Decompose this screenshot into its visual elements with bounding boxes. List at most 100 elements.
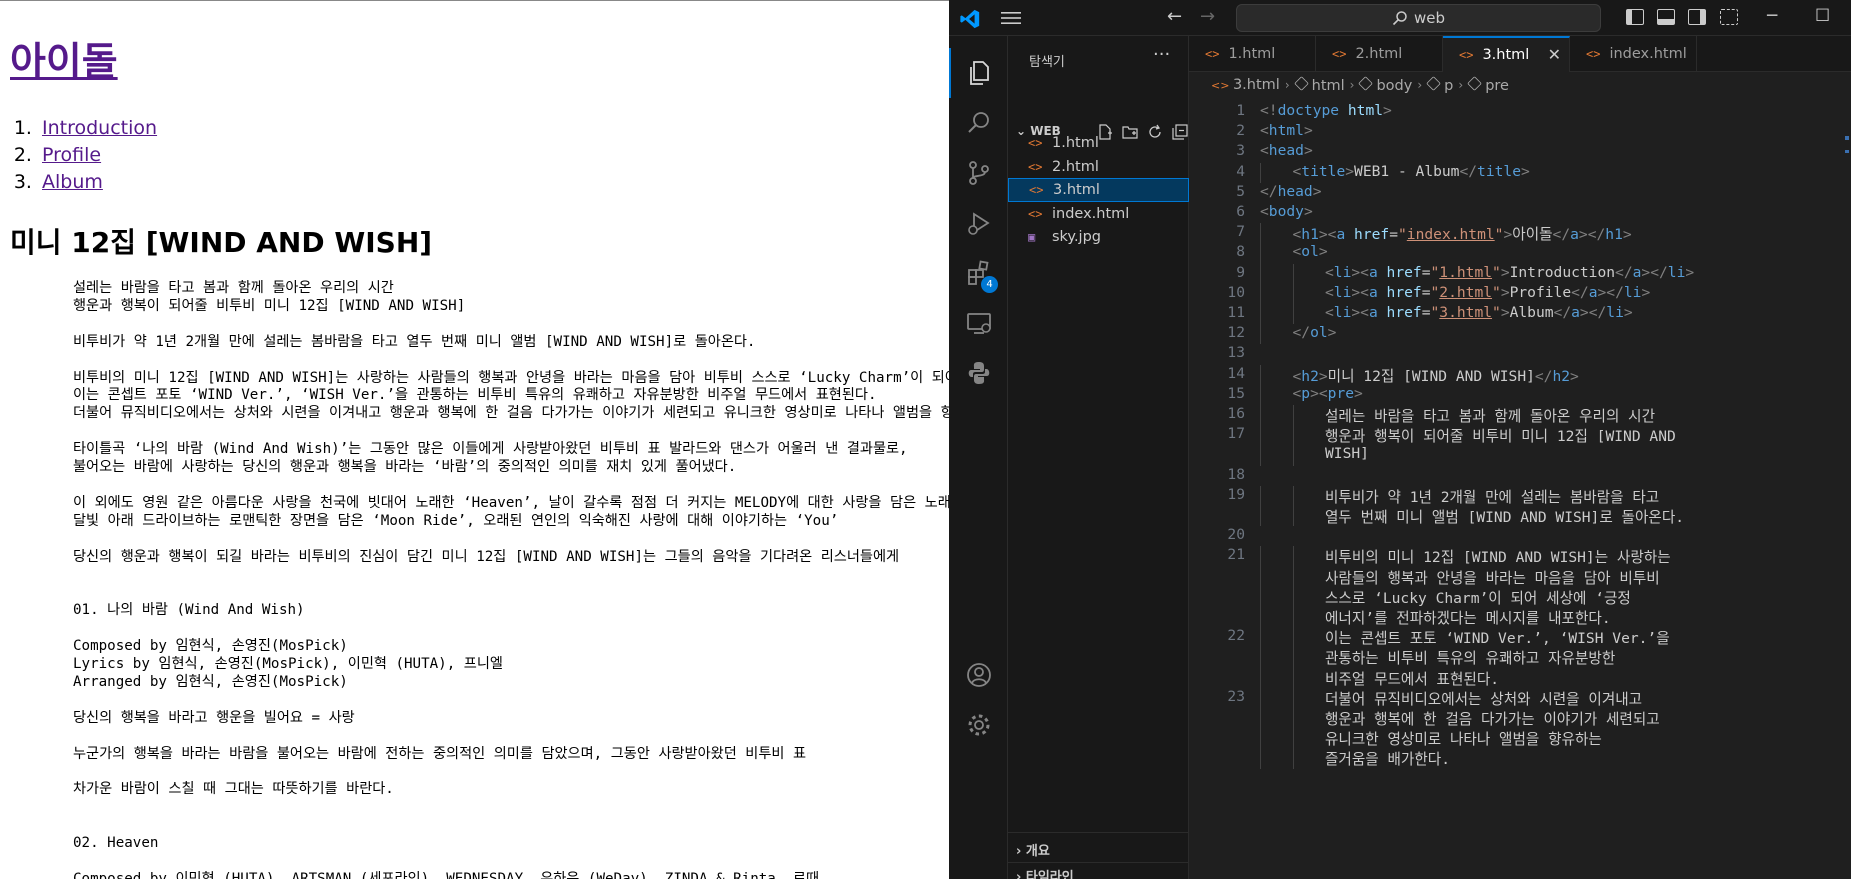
html-file-icon: <> (1211, 79, 1233, 92)
indent-guide (1260, 223, 1261, 244)
pre-line: 비투비가 약 1년 2개월 만에 설레는 봄바람을 타고 열두 번째 미니 앨범… (73, 333, 756, 350)
nav-link-introduction[interactable]: Introduction (42, 117, 157, 139)
indent-guide (1260, 243, 1261, 264)
line-number: 19 (1227, 485, 1245, 503)
outline-section[interactable]: › 개요 (1016, 840, 1050, 859)
explorer-icon[interactable] (949, 48, 1008, 98)
file-item[interactable]: ▣ sky.jpg (1008, 225, 1189, 249)
code-token: </ (1292, 324, 1311, 342)
code-line: </head> (1260, 183, 1322, 200)
menu-icon[interactable] (1001, 9, 1021, 27)
breadcrumb-item[interactable]: p (1426, 75, 1454, 94)
run-debug-icon[interactable] (949, 198, 1008, 248)
file-name: sky.jpg (1052, 229, 1101, 245)
breadcrumb-label: p (1444, 77, 1454, 94)
chevron-right-icon: › (1016, 844, 1026, 859)
code-token: = (1421, 283, 1431, 301)
nav-link-profile[interactable]: Profile (42, 144, 101, 166)
code-token: 관통하는 비투비 특유의 유쾌하고 자유분방한 (1325, 650, 1616, 668)
nav-item: Introduction (38, 115, 157, 142)
code-token: > (1570, 367, 1579, 385)
remote-explorer-icon[interactable] (949, 298, 1008, 348)
code-token: href (1386, 263, 1422, 281)
breadcrumb-label: body (1376, 77, 1413, 94)
toggle-panel-icon[interactable] (1657, 9, 1675, 25)
element-icon (1293, 75, 1309, 91)
home-link[interactable]: 아이돌 (10, 40, 118, 85)
minimap[interactable] (1843, 98, 1851, 878)
tab-label: index.html (1609, 46, 1687, 62)
file-item[interactable]: <> 3.html (1008, 178, 1189, 202)
minimize-icon[interactable]: ─ (1767, 6, 1777, 26)
pre-line: 이는 콘셉트 포토 ‘WIND Ver.’, ‘WISH Ver.’을 관통하는… (73, 387, 877, 404)
breadcrumb-item[interactable]: html (1293, 75, 1345, 94)
code-token: Profile (1509, 283, 1572, 301)
code-line: <html> (1260, 122, 1313, 139)
python-icon[interactable] (949, 348, 1008, 398)
timeline-section[interactable]: › 타임라인 (1016, 866, 1074, 879)
command-center-search[interactable]: web (1236, 4, 1601, 32)
line-number: 23 (1227, 687, 1245, 705)
code-token: > (1500, 263, 1510, 281)
code-token: a (1368, 283, 1378, 301)
maximize-icon[interactable]: ☐ (1815, 6, 1830, 26)
html-file-icon: <> (1028, 136, 1043, 150)
editor-tab[interactable]: <> 3.html ✕ (1443, 36, 1570, 72)
code-line: 사람들의 행복과 안녕을 바라는 마음을 담아 비투비 (1325, 567, 1660, 588)
activity-bar: 4 (949, 36, 1008, 879)
customize-layout-icon[interactable] (1720, 9, 1738, 25)
code-line: <h2>미니 12집 [WIND AND WISH]</h2> (1293, 365, 1579, 386)
file-item[interactable]: <> index.html (1008, 202, 1189, 226)
html-file-icon: <> (1205, 47, 1220, 61)
code-token: > (1520, 162, 1530, 180)
code-line: <body> (1260, 203, 1313, 220)
search-view-icon[interactable] (949, 98, 1008, 148)
toggle-secondary-sidebar-icon[interactable] (1688, 9, 1706, 25)
vscode-window: ← → web ─ ☐ 4 탐색기 ··· ⌄ WEB <> 1.html <>… (949, 0, 1851, 879)
breadcrumb-item[interactable]: pre (1467, 75, 1509, 94)
code-token: Album (1509, 304, 1554, 321)
pre-line: Lyrics by 임현식, 손영진(MosPick), 이민혁 (HUTA),… (73, 656, 503, 673)
indent-guide (1260, 748, 1261, 769)
outline-label: 개요 (1025, 844, 1050, 859)
code-token: </ (1260, 182, 1278, 200)
breadcrumb-item[interactable]: <> 3.html (1211, 77, 1280, 93)
editor-tab[interactable]: <> 1.html (1189, 36, 1316, 72)
code-token: a (1336, 226, 1346, 244)
toggle-primary-sidebar-icon[interactable] (1626, 9, 1644, 25)
tab-label: 3.html (1482, 47, 1530, 63)
code-token: html (1268, 122, 1304, 140)
more-actions-icon[interactable]: ··· (1153, 44, 1170, 65)
nav-link-album[interactable]: Album (42, 171, 103, 193)
line-number: 8 (1236, 243, 1245, 261)
code-token: 2.html (1439, 283, 1493, 301)
code-token: p (1301, 384, 1311, 402)
search-text: web (1413, 9, 1446, 27)
chevron-right-icon: › (1458, 78, 1464, 92)
back-arrow-icon[interactable]: ← (1167, 6, 1182, 27)
code-token: > (1312, 182, 1322, 200)
file-item[interactable]: <> 1.html (1008, 131, 1189, 155)
file-item[interactable]: <> 2.html (1008, 155, 1189, 179)
breadcrumb-item[interactable]: body (1358, 75, 1413, 94)
forward-arrow-icon[interactable]: → (1200, 6, 1215, 27)
pre-line: 02. Heaven (73, 835, 159, 852)
close-icon[interactable]: ✕ (1548, 45, 1561, 64)
pre-line: 당신의 행운과 행복이 되길 바라는 비투비의 진심이 담긴 미니 12집 [W… (73, 548, 900, 565)
pre-line: 불어오는 바람에 사랑하는 당신의 행운과 행복을 바라는 ‘바람’의 중의적인… (73, 459, 737, 476)
indent-guide (1292, 405, 1294, 426)
extensions-icon[interactable]: 4 (949, 248, 1008, 298)
indent-guide (1292, 728, 1294, 749)
editor-tab[interactable]: <> index.html (1570, 36, 1697, 72)
indent-guide (1292, 647, 1294, 668)
pre-line: Arranged by 임현식, 손영진(MosPick) (73, 673, 348, 690)
editor-tab[interactable]: <> 2.html (1316, 36, 1443, 72)
settings-gear-icon[interactable] (949, 700, 1008, 750)
code-token: >< (1310, 384, 1328, 402)
indent-guide (1292, 687, 1294, 708)
account-icon[interactable] (949, 650, 1008, 700)
indent-guide (1292, 566, 1294, 587)
pre-line: Composed by 이민혁 (HUTA), ARTSMAN (세포라인), … (73, 870, 820, 879)
source-control-icon[interactable] (949, 148, 1008, 198)
